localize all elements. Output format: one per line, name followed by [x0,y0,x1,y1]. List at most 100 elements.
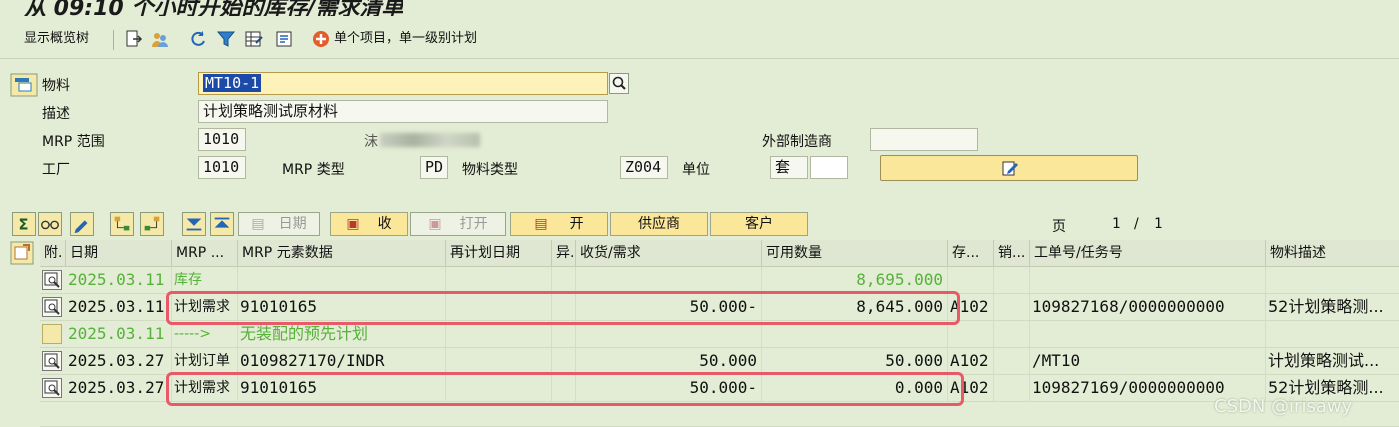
col-storage[interactable]: 存... [948,240,994,266]
col-rescheduling-date[interactable]: 再计划日期 [446,240,552,266]
blurred-text [380,133,480,147]
single-item-planning-button[interactable]: 单个项目，单一级别计划 [334,28,477,50]
filter-icon[interactable] [216,29,236,49]
sum-icon[interactable]: Σ [12,212,36,236]
vendor-button[interactable]: 供应商 [610,212,708,236]
row-mrp-element: 库存 [172,267,238,293]
details-icon[interactable] [42,378,62,398]
open-icon: ▣ [428,216,442,232]
details-icon[interactable] [42,351,62,371]
col-exception[interactable]: 异. [552,240,576,266]
mrp-area-field: 1010 [198,128,246,151]
print-icon[interactable] [274,29,294,49]
description-label: 描述 [42,106,70,122]
watermark: CSDN @irisawy [1214,396,1353,417]
row-description [1266,267,1399,293]
mrp-area-description: 沫 [364,134,378,150]
mrp-type-label: MRP 类型 [282,162,345,178]
page-separator: / [1134,216,1139,232]
column-config-icon[interactable] [10,241,34,265]
open-new-button[interactable]: ▤ 开 [510,212,608,236]
col-mrp-element-data[interactable]: MRP 元素数据 [238,240,446,266]
row-date: 2025.03.11 [66,294,172,320]
material-label: 物料 [42,78,70,94]
material-value: MT10-1 [203,74,262,92]
table-header: 附. 日期 MRP ... MRP 元素数据 再计划日期 异. 收货/需求 可用… [40,240,1399,267]
description-field: 计划策略测试原材料 [198,100,608,123]
unit-extra-field [810,156,848,179]
date-button[interactable]: ▤ 日期 [238,212,320,236]
material-input[interactable]: MT10-1 [198,72,608,95]
row-storage: A102 [948,348,994,374]
col-date[interactable]: 日期 [66,240,172,266]
row-exception [552,348,576,374]
row-sales [994,348,1030,374]
col-available-qty[interactable]: 可用数量 [762,240,948,266]
highlight-box [166,291,960,325]
glasses-icon[interactable] [38,212,62,236]
row-sales [994,267,1030,293]
table-row[interactable]: 2025.03.11 库存 8,695.000 [40,267,1399,294]
material-type-label: 物料类型 [462,162,518,178]
search-icon[interactable] [609,73,629,94]
receipt-icon: ▣ [346,216,360,232]
row-mrp-element: 计划订单 [172,348,238,374]
svg-text:Σ: Σ [19,217,29,234]
mrp-type-field: PD [420,156,448,179]
row-rescheduling [446,348,552,374]
receipt-button[interactable]: ▣ 收 [330,212,408,236]
row-rescheduling [446,267,552,293]
table-row[interactable]: 2025.03.27 计划订单 0109827170/INDR 50.000 5… [40,348,1399,375]
hierarchy-up-icon[interactable] [110,212,134,236]
toolbar-separator [113,30,114,50]
refresh-icon[interactable] [188,29,208,49]
row-date: 2025.03.27 [66,375,172,401]
single-item-planning-icon[interactable] [311,29,331,49]
row-order [1030,321,1266,347]
col-mrp-element[interactable]: MRP ... [172,240,238,266]
date-icon: ▤ [251,216,265,232]
row-order: 109827168/0000000000 [1030,294,1266,320]
highlight-box [166,372,964,406]
col-order-number[interactable]: 工单号/任务号 [1030,240,1266,266]
table-row[interactable]: 2025.03.11 -----> 无装配的预先计划 [40,321,1399,348]
details-icon[interactable] [42,297,62,317]
collapse-icon[interactable] [210,212,234,236]
row-description [1266,321,1399,347]
details-icon[interactable] [42,270,62,290]
row-element-data [238,267,446,293]
open-new-icon: ▤ [534,216,548,232]
empty-row-icon [42,324,62,344]
row-sales [994,321,1030,347]
row-exception [552,267,576,293]
col-sales[interactable]: 销... [994,240,1030,266]
row-available: 8,695.000 [762,267,948,293]
page-label: 页 [1052,219,1066,235]
external-manufacturer-label: 外部制造商 [762,134,832,150]
overview-tree-button[interactable]: 显示概览树 [24,28,89,50]
row-order [1030,267,1266,293]
header-toggle-icon[interactable] [10,73,38,97]
row-available: 50.000 [762,348,948,374]
edit-header-button[interactable] [880,155,1138,181]
page-total: 1 [1154,216,1163,232]
unit-label: 单位 [682,162,710,178]
col-material-description[interactable]: 物料描述 [1266,240,1399,266]
people-icon[interactable] [150,29,170,49]
row-order: /MT10 [1030,348,1266,374]
open-button[interactable]: ▣ 打开 [410,212,506,236]
plant-field: 1010 [198,156,246,179]
row-sales [994,294,1030,320]
row-description: 计划策略测试... [1268,351,1380,370]
pencil-icon[interactable] [70,212,94,236]
material-type-field: Z004 [620,156,668,179]
hierarchy-down-icon[interactable] [140,212,164,236]
col-attachment[interactable]: 附. [40,240,66,266]
document-arrow-icon[interactable] [124,29,144,49]
col-receipt-requirement[interactable]: 收货/需求 [576,240,762,266]
edit-pencil-icon [1002,161,1018,176]
grid-settings-icon[interactable] [244,29,264,49]
customer-button[interactable]: 客户 [710,212,808,236]
external-manufacturer-field [870,128,978,151]
expand-icon[interactable] [182,212,206,236]
